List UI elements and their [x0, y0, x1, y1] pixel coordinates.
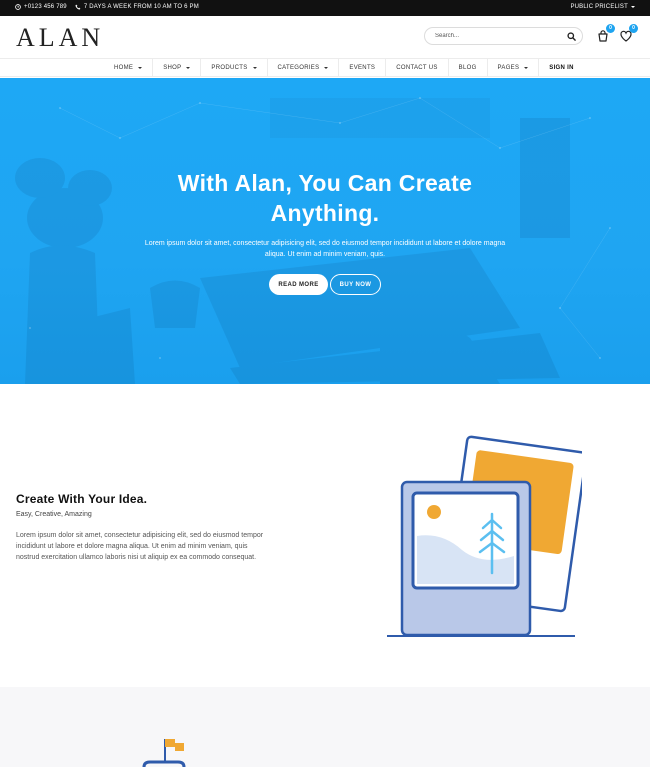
- flag-icon: [142, 739, 186, 767]
- hero-banner: With Alan, You Can Create Anything. Lore…: [0, 78, 650, 384]
- top-bar-hours: 7 DAYS A WEEK FROM 10 AM TO 6 PM: [75, 4, 199, 10]
- nav-item-sign-in[interactable]: SIGN IN: [539, 59, 583, 77]
- top-bar: +0123 456 789 7 DAYS A WEEK FROM 10 AM T…: [0, 0, 650, 16]
- nav-item-contact-us[interactable]: CONTACT US: [386, 59, 449, 77]
- hero-description: Lorem ipsum dolor sit amet, consectetur …: [144, 240, 506, 258]
- nav-item-label: CONTACT US: [396, 65, 438, 71]
- nav-item-products[interactable]: PRODUCTS: [201, 59, 268, 77]
- nav-item-label: SIGN IN: [549, 65, 574, 71]
- wishlist-count-badge: 0: [629, 24, 638, 33]
- nav-item-categories[interactable]: CATEGORIES: [268, 59, 340, 77]
- cart-button[interactable]: 0: [596, 24, 615, 43]
- chevron-down-icon: [138, 67, 143, 69]
- search-box: [424, 27, 583, 45]
- nav-item-pages[interactable]: PAGES: [488, 59, 540, 77]
- picture-frames-illustration: [387, 435, 582, 637]
- nav-item-label: BLOG: [458, 65, 477, 71]
- nav-item-events[interactable]: EVENTS: [339, 59, 387, 77]
- chevron-down-icon: [524, 67, 529, 69]
- main-navigation: HOME SHOP PRODUCTS CATEGORIES EVENTS CON…: [0, 58, 650, 77]
- opening-hours: 7 DAYS A WEEK FROM 10 AM TO 6 PM: [83, 4, 199, 10]
- search-input[interactable]: [435, 30, 560, 42]
- phone-number: +0123 456 789: [24, 4, 67, 10]
- nav-item-label: HOME: [114, 65, 134, 71]
- nav-item-blog[interactable]: BLOG: [449, 59, 488, 77]
- nav-item-label: PAGES: [497, 65, 520, 71]
- search-icon[interactable]: [567, 32, 576, 41]
- next-section: [0, 687, 650, 767]
- cart-count-badge: 0: [606, 24, 615, 33]
- nav-item-shop[interactable]: SHOP: [153, 59, 202, 77]
- chevron-down-icon: [631, 6, 635, 8]
- chevron-down-icon: [324, 67, 329, 69]
- nav-menu: HOME SHOP PRODUCTS CATEGORIES EVENTS CON…: [104, 59, 584, 77]
- phone-icon: [75, 4, 81, 10]
- buy-now-button[interactable]: BUY NOW: [330, 274, 381, 295]
- hero-title-line1: With Alan, You Can Create: [177, 170, 473, 196]
- chevron-down-icon: [252, 67, 257, 69]
- feature-section: Create With Your Idea. Easy, Creative, A…: [0, 384, 650, 687]
- nav-item-label: SHOP: [163, 65, 182, 71]
- wishlist-button[interactable]: 0: [619, 24, 638, 43]
- read-more-button[interactable]: READ MORE: [269, 274, 328, 295]
- pricelist-selector[interactable]: PUBLIC PRICELIST: [570, 4, 635, 10]
- feature-body: Lorem ipsum dolor sit amet, consectetur …: [16, 532, 264, 561]
- site-header: ALAN 0 0: [0, 16, 650, 58]
- hero-background-image: [0, 78, 650, 384]
- pricelist-label: PUBLIC PRICELIST: [570, 4, 628, 10]
- nav-item-home[interactable]: HOME: [104, 59, 154, 77]
- nav-item-label: CATEGORIES: [277, 65, 320, 71]
- hero-title: With Alan, You Can Create Anything.: [0, 168, 650, 228]
- clock-icon: [15, 4, 21, 10]
- nav-item-label: EVENTS: [349, 65, 376, 71]
- site-logo[interactable]: ALAN: [16, 23, 104, 53]
- nav-item-label: PRODUCTS: [211, 65, 248, 71]
- feature-subtitle: Easy, Creative, Amazing: [16, 511, 92, 518]
- hero-title-line2: Anything.: [270, 200, 380, 226]
- chevron-down-icon: [186, 67, 191, 69]
- top-bar-phone[interactable]: +0123 456 789: [15, 4, 67, 10]
- top-bar-contact: +0123 456 789 7 DAYS A WEEK FROM 10 AM T…: [15, 4, 199, 10]
- feature-title: Create With Your Idea.: [16, 492, 148, 506]
